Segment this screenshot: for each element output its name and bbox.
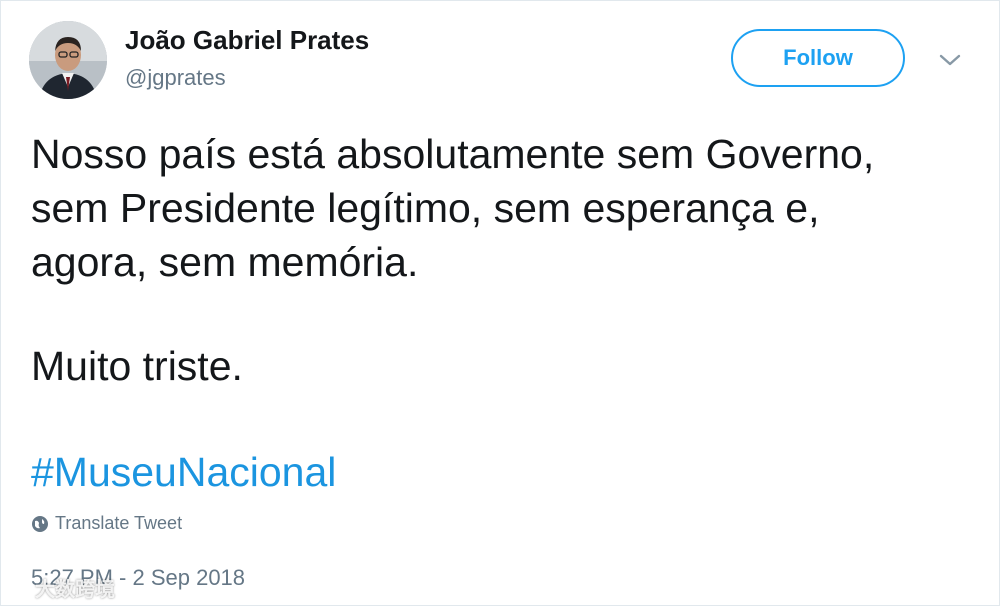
translate-label: Translate Tweet xyxy=(55,513,183,533)
hashtag-link[interactable]: #MuseuNacional xyxy=(31,445,336,499)
watermark: 大数跨境 xyxy=(5,573,115,602)
tweet-closing-text: Muito triste. xyxy=(31,343,243,389)
author-handle[interactable]: @jgprates xyxy=(125,65,226,91)
chevron-down-icon xyxy=(939,54,961,66)
author-name[interactable]: João Gabriel Prates xyxy=(125,25,369,56)
avatar[interactable] xyxy=(29,21,107,99)
globe-icon xyxy=(32,515,48,532)
translate-tweet-button[interactable]: Translate Tweet xyxy=(31,513,182,534)
tweet-text: Nosso país está absolutamente sem Govern… xyxy=(31,127,971,289)
tweet-text-line: Nosso país está absolutamente sem Govern… xyxy=(31,131,875,177)
logo-icon xyxy=(6,578,31,596)
tweet-card: João Gabriel Prates @jgprates Follow Nos… xyxy=(0,0,1000,606)
tweet-menu-button[interactable] xyxy=(935,47,965,73)
follow-button[interactable]: Follow xyxy=(731,29,905,87)
watermark-text: 大数跨境 xyxy=(35,579,115,601)
tweet-text-line: agora, sem memória. xyxy=(31,239,419,285)
tweet-text-line: sem Presidente legítimo, sem esperança e… xyxy=(31,185,820,231)
profile-photo xyxy=(29,21,107,99)
